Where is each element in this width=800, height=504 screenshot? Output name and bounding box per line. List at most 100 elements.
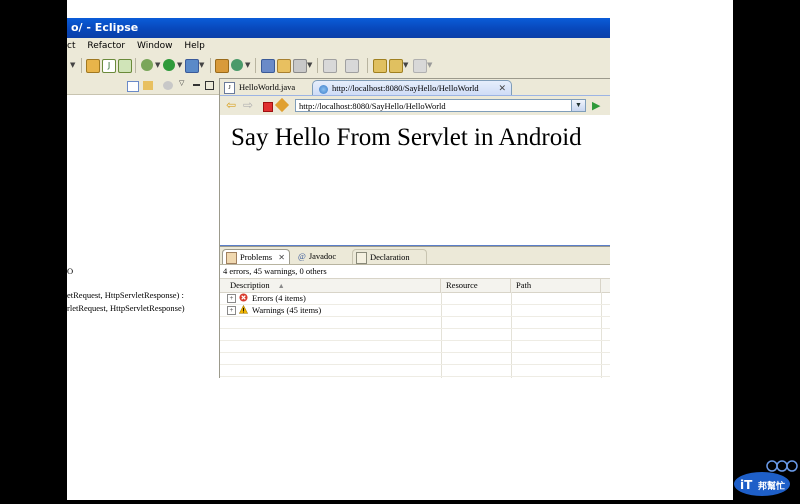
filter-icon[interactable] [163,81,173,90]
close-icon[interactable]: ✕ [498,81,506,96]
refresh-icon[interactable] [231,59,243,71]
search-icon[interactable] [293,59,307,73]
toolbar-separator [317,58,318,73]
forward-icon[interactable]: ⇨ [243,98,253,112]
browser-content: Say Hello From Servlet in Android [220,116,610,243]
url-dropdown-icon[interactable]: ▼ [571,100,585,111]
collapse-all-icon[interactable] [127,81,139,92]
globe-icon [319,84,328,94]
toolbar-separator [210,58,211,73]
eclipse-screenshot: o/ - Eclipse ct Refactor Window Help ▼ J… [67,18,610,378]
problems-icon [226,252,237,265]
toolbar-separator [367,58,368,73]
editor-area: J HelloWorld.java http://localhost:8080/S… [220,78,610,247]
menu-item-project[interactable]: ct [67,38,75,54]
debug-icon[interactable] [141,59,153,71]
view-menu-icon[interactable]: ▽ [179,79,184,87]
editor-tabs: J HelloWorld.java http://localhost:8080/S… [220,79,610,96]
stop-icon[interactable] [263,102,273,112]
go-icon[interactable]: ▶ [592,99,600,112]
main-toolbar: ▼ J ▼ ▼ ▼ ▼ ▼ ▼ ▼ [67,54,610,79]
tab-javadoc[interactable]: @ Javadoc [298,249,350,264]
tab-label: http://localhost:8080/SayHello/HelloWorl… [332,83,479,93]
ithome-logo: iT 邦幫忙 [732,458,800,500]
back-icon[interactable]: ⇦ [226,98,236,112]
toolbar-separator [255,58,256,73]
dropdown-arrow-icon[interactable]: ▼ [177,61,182,69]
menu-item-help[interactable]: Help [184,38,205,54]
tab-label: Problems [240,252,273,262]
dropdown-arrow-icon[interactable]: ▼ [70,61,75,69]
maximize-icon[interactable] [205,81,214,90]
column-header-path[interactable]: Path [511,279,601,292]
back-icon[interactable] [389,59,403,73]
open-type-icon[interactable] [86,59,100,73]
browser-navbar: ⇦ ⇨ http://localhost:8080/SayHello/Hello… [220,96,610,115]
open-folder-icon[interactable] [277,59,291,73]
next-annotation-icon[interactable] [323,59,337,73]
dropdown-arrow-icon[interactable]: ▼ [245,61,250,69]
url-text: http://localhost:8080/SayHello/HelloWorl… [299,101,446,111]
column-header-resource[interactable]: Resource [441,279,511,292]
refresh-icon[interactable] [274,97,290,113]
toolbar-separator [81,58,82,73]
package-explorer-view: ▽ O etRequest, HttpServletResponse) : rl… [67,78,220,378]
menu-bar: ct Refactor Window Help [67,38,610,54]
open-perspective-icon[interactable] [261,59,275,73]
outline-line: O [67,266,74,276]
at-icon: @ [298,251,306,261]
window-titlebar: o/ - Eclipse [67,18,610,38]
problems-view: Problems ✕ @ Javadoc Declaration 4 errors… [220,246,610,378]
svg-text:邦幫忙: 邦幫忙 [758,480,785,492]
dropdown-arrow-icon[interactable]: ▼ [199,61,204,69]
new-java-class-icon[interactable]: J [102,59,116,73]
table-row [220,364,610,377]
row-label: Warnings (45 items) [252,305,322,315]
page-text: Say Hello From Servlet in Android [231,124,582,151]
dropdown-arrow-icon[interactable]: ▼ [427,61,432,69]
menu-item-window[interactable]: Window [137,38,173,54]
problems-summary: 4 errors, 45 warnings, 0 others [223,266,327,276]
menu-item-refactor[interactable]: Refactor [87,38,125,54]
new-package-icon[interactable] [118,59,132,73]
problems-table-body: + Errors (4 items) + Warnings (45 items) [220,292,610,378]
forward-icon[interactable] [413,59,427,73]
new-server-icon[interactable] [215,59,229,73]
view-toolbar: ▽ [67,78,219,95]
bottom-tabs: Problems ✕ @ Javadoc Declaration [220,247,610,265]
tab-declaration[interactable]: Declaration [352,249,427,265]
row-label: Errors (4 items) [252,293,306,303]
run-icon[interactable] [163,59,175,71]
minimize-icon[interactable] [193,84,200,86]
tab-helloworld-java[interactable]: J HelloWorld.java [224,80,309,95]
expand-icon[interactable]: + [227,306,236,315]
column-header-description[interactable]: Description ▲ [220,279,441,292]
warning-icon [239,305,248,314]
outline-line: rletRequest, HttpServletResponse) [67,303,185,313]
outline-line: etRequest, HttpServletResponse) : [67,290,184,300]
link-editor-icon[interactable] [143,81,153,90]
dropdown-arrow-icon[interactable]: ▼ [403,61,408,69]
logo-graphic: iT 邦幫忙 [734,460,798,496]
last-edit-icon[interactable] [373,59,387,73]
tab-browser[interactable]: http://localhost:8080/SayHello/HelloWorl… [312,80,512,95]
tab-label: Javadoc [308,251,337,261]
tab-label: Declaration [370,252,410,262]
expand-icon[interactable]: + [227,294,236,303]
url-input[interactable]: http://localhost:8080/SayHello/HelloWorl… [295,99,586,112]
slide: o/ - Eclipse ct Refactor Window Help ▼ J… [67,0,733,500]
external-tools-icon[interactable] [185,59,199,73]
previous-annotation-icon[interactable] [345,59,359,73]
dropdown-arrow-icon[interactable]: ▼ [155,61,160,69]
toolbar-separator [135,58,136,73]
declaration-icon [356,252,367,265]
svg-text:iT: iT [740,478,753,492]
dropdown-arrow-icon[interactable]: ▼ [307,61,312,69]
java-file-icon: J [224,82,235,95]
close-icon[interactable]: ✕ [278,250,285,265]
window-title: o/ - Eclipse [71,21,139,34]
error-icon [239,293,248,302]
tab-problems[interactable]: Problems ✕ [222,249,290,265]
sort-ascending-icon: ▲ [277,282,285,290]
problems-table-header: Description ▲ Resource Path [220,278,610,293]
